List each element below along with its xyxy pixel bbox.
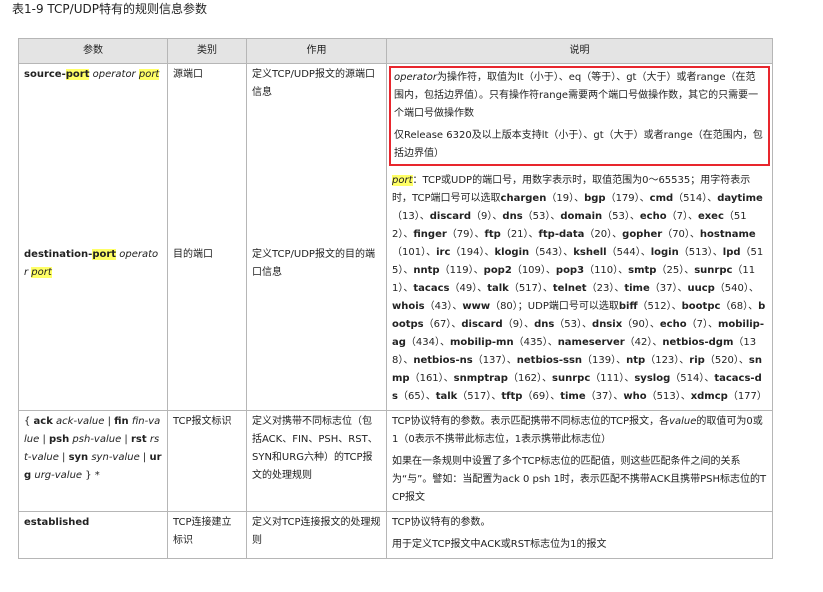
description-cell-tcp-flags: TCP协议特有的参数。表示匹配携带不同标志位的TCP报文，各value的取值可为… — [386, 410, 773, 512]
table-row-tcp-flags: { ack ack-value | fin fin-value | psh ps… — [18, 410, 773, 512]
port-description: port：TCP或UDP的端口号，用数字表示时，取值范围为0～65535；用字符… — [392, 175, 767, 402]
effect-source-port: 定义TCP/UDP报文的源端口信息 — [252, 69, 375, 98]
tcp-port-item: discard（9） — [429, 211, 493, 222]
operator-version-note: 仅Release 6320及以上版本支持lt（小于）、gt（大于）或者range… — [394, 130, 763, 159]
tcp-port-item: login（513） — [650, 247, 713, 258]
tcp-port-item: pop3（110） — [555, 265, 619, 276]
tcp-port-item: echo（7） — [639, 211, 688, 222]
udp-port-item: who（513） — [623, 391, 681, 402]
udp-port-item: nameserver（42） — [557, 337, 653, 348]
effect-destination-port: 定义TCP/UDP报文的目的端口信息 — [252, 249, 375, 278]
udp-port-item: rip（520） — [689, 355, 739, 366]
category-destination-port: 目的端口 — [173, 249, 213, 260]
category-source-port: 源端口 — [173, 69, 203, 80]
tcp-port-item: talk（517） — [487, 283, 543, 294]
param-source-port: source-port operator port — [24, 69, 160, 80]
tcp-port-item: cmd（514） — [649, 193, 708, 204]
param-cell-established: established — [18, 511, 168, 559]
category-cell-tcp-flags: TCP报文标识 — [167, 410, 247, 512]
tcp-port-item: ftp（21） — [484, 229, 529, 240]
tcp-port-item: gopher（70） — [622, 229, 690, 240]
udp-port-item: syslog（514） — [634, 373, 705, 384]
effect-cell-port: 定义TCP/UDP报文的源端口信息 定义TCP/UDP报文的目的端口信息 — [246, 63, 387, 411]
tcp-port-item: pop2（109） — [483, 265, 546, 276]
udp-port-item: echo（7） — [659, 319, 708, 330]
tcp-port-item: time（37） — [624, 283, 678, 294]
tcp-port-item: whois（43） — [392, 301, 453, 312]
header-description: 说明 — [386, 38, 773, 64]
tcp-port-item: smtp（25） — [628, 265, 685, 276]
description-cell-port: operator为操作符，取值为lt（小于）、eq（等于）、gt（大于）或者ra… — [386, 63, 773, 411]
table-row-port: source-port operator port destination-po… — [18, 63, 773, 411]
udp-port-item: biff（512） — [618, 301, 672, 312]
header-category: 类别 — [167, 38, 247, 64]
udp-port-item: time（37） — [560, 391, 614, 402]
udp-port-item: dnsix（90） — [592, 319, 650, 330]
tcp-port-item: irc（194） — [436, 247, 485, 258]
udp-port-item: ntp（123） — [626, 355, 680, 366]
table-row-established: established TCP连接建立标识 定义对TCP连接报文的处理规则 TC… — [18, 511, 773, 559]
effect-cell-tcp-flags: 定义对携带不同标志位（包括ACK、FIN、PSH、RST、SYN和URG六种）的… — [246, 410, 387, 512]
tcp-udp-params-table: 参数 类别 作用 说明 source-port operator port de… — [18, 38, 773, 559]
udp-port-item: talk（517） — [435, 391, 492, 402]
param-cell-port: source-port operator port destination-po… — [18, 63, 168, 411]
udp-port-item: tftp（69） — [501, 391, 551, 402]
header-effect: 作用 — [246, 38, 387, 64]
operator-description: operator为操作符，取值为lt（小于）、eq（等于）、gt（大于）或者ra… — [394, 72, 759, 119]
param-cell-tcp-flags: { ack ack-value | fin fin-value | psh ps… — [18, 410, 168, 512]
tcp-port-item: ftp-data（20） — [538, 229, 613, 240]
highlight-box-operator: operator为操作符，取值为lt（小于）、eq（等于）、gt（大于）或者ra… — [389, 66, 770, 166]
category-cell-port: 源端口 目的端口 — [167, 63, 247, 411]
effect-cell-established: 定义对TCP连接报文的处理规则 — [246, 511, 387, 559]
category-cell-established: TCP连接建立标识 — [167, 511, 247, 559]
established-description-1: TCP协议特有的参数。 — [392, 517, 491, 528]
udp-port-item: xdmcp（177） — [690, 391, 767, 402]
table-header-row: 参数 类别 作用 说明 — [18, 38, 773, 64]
established-description-2: 用于定义TCP报文中ACK或RST标志位为1的报文 — [392, 539, 607, 550]
tcp-port-item: www（80） — [462, 301, 518, 312]
tcp-port-item: telnet（23） — [552, 283, 615, 294]
udp-port-item: bootpc（68） — [681, 301, 749, 312]
udp-port-item: discard（9） — [461, 319, 525, 330]
udp-port-item: dns（53） — [534, 319, 583, 330]
tcp-port-item: domain（53） — [560, 211, 630, 222]
udp-port-item: sunrpc（111） — [552, 373, 625, 384]
tcp-port-item: kshell（544） — [573, 247, 641, 258]
tcp-flags-description-2: 如果在一条规则中设置了多个TCP标志位的匹配值，则这些匹配条件之间的关系为“与”… — [392, 456, 767, 503]
tcp-port-item: chargen（19） — [500, 193, 575, 204]
header-param: 参数 — [18, 38, 168, 64]
tcp-port-item: nntp（119） — [413, 265, 474, 276]
tcp-port-item: tacacs（49） — [413, 283, 478, 294]
tcp-port-item: bgp（179） — [584, 193, 640, 204]
description-cell-established: TCP协议特有的参数。 用于定义TCP报文中ACK或RST标志位为1的报文 — [386, 511, 773, 559]
udp-port-item: snmptrap（162） — [453, 373, 543, 384]
tcp-port-item: dns（53） — [502, 211, 551, 222]
tcp-port-item: klogin（543） — [494, 247, 564, 258]
udp-port-item: netbios-ns（137） — [413, 355, 507, 366]
tcp-port-item: finger（79） — [413, 229, 475, 240]
tcp-flags-description-1: TCP协议特有的参数。表示匹配携带不同标志位的TCP报文，各value的取值可为… — [392, 416, 763, 445]
tcp-port-item: uucp（540） — [687, 283, 749, 294]
param-destination-port: destination-port operator port — [24, 249, 159, 278]
table-caption: 表1-9 TCP/UDP特有的规则信息参数 — [12, 2, 207, 16]
udp-port-item: netbios-ssn（139） — [516, 355, 617, 366]
udp-port-item: mobilip-mn（435） — [450, 337, 548, 348]
